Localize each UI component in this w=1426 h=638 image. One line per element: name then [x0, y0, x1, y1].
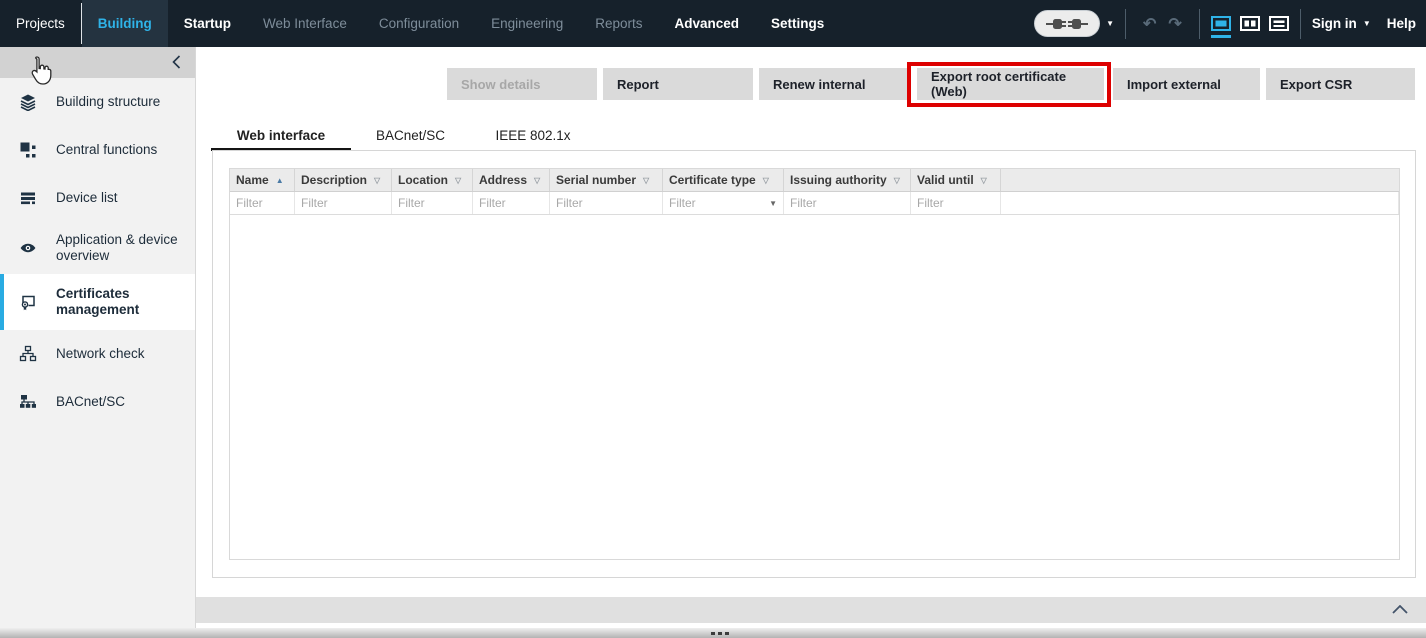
tab-ieee-8021x[interactable]: IEEE 802.1x — [470, 123, 596, 151]
sidebar-item-central-functions[interactable]: Central functions — [0, 126, 195, 174]
column-header-valid-until[interactable]: Valid until ▽ — [911, 169, 1001, 191]
sidebar-item-certificates-management[interactable]: Certificates management — [0, 274, 195, 330]
filter-input-description[interactable] — [295, 196, 391, 210]
nav-engineering: Engineering — [475, 0, 579, 47]
blocks-icon — [0, 141, 56, 159]
nav-reports: Reports — [579, 0, 658, 47]
toolbar-separator — [1300, 9, 1301, 39]
redo-icon[interactable]: ↷ — [1168, 14, 1181, 34]
column-header-issuing-authority[interactable]: Issuing authority ▽ — [784, 169, 911, 191]
eye-icon — [0, 239, 56, 257]
certificates-table: Name ▲ Description ▽ Location ▽ Address … — [229, 168, 1400, 560]
filter-input-issuing-authority[interactable] — [784, 196, 910, 210]
help-button[interactable]: Help — [1387, 16, 1416, 31]
column-header-description[interactable]: Description ▽ — [295, 169, 392, 191]
filter-input-location[interactable] — [392, 196, 472, 210]
plug-connection-icon — [1046, 16, 1088, 32]
filter-input-address[interactable] — [473, 196, 549, 210]
toolbar-separator — [1199, 9, 1200, 39]
import-external-button[interactable]: Import external — [1113, 68, 1260, 100]
collapse-sidebar-icon[interactable] — [172, 55, 181, 69]
filter-cell-empty — [1001, 192, 1399, 214]
nav-configuration: Configuration — [363, 0, 475, 47]
sort-chevron-icon: ▽ — [455, 176, 461, 185]
sidebar-item-device-list[interactable]: Device list — [0, 174, 195, 222]
sidebar: Building structure Central functions — [0, 47, 196, 628]
layout-rows-icon[interactable] — [1269, 16, 1289, 31]
column-header-serial-number[interactable]: Serial number ▽ — [550, 169, 663, 191]
sign-in-caret[interactable]: ▼ — [1363, 19, 1371, 28]
toolbar-separator — [1125, 9, 1126, 39]
bottom-resize-handle[interactable] — [0, 628, 1426, 638]
show-details-button: Show details — [447, 68, 597, 100]
column-header-location[interactable]: Location ▽ — [392, 169, 473, 191]
nav-startup[interactable]: Startup — [168, 0, 247, 47]
tab-bacnet-sc[interactable]: BACnet/SC — [351, 123, 470, 151]
tab-bar: Web interface BACnet/SC IEEE 802.1x — [211, 123, 596, 151]
sidebar-item-application-device-overview[interactable]: Application & device overview — [0, 222, 195, 274]
undo-icon[interactable]: ↶ — [1143, 14, 1156, 34]
filter-input-certificate-type[interactable] — [663, 196, 783, 210]
nav-projects[interactable]: Projects — [0, 0, 81, 47]
tab-web-interface[interactable]: Web interface — [211, 123, 351, 151]
sort-ascending-icon: ▲ — [276, 176, 284, 185]
grip-dots-icon — [711, 632, 729, 635]
layers-icon — [0, 93, 56, 111]
sort-chevron-icon: ▽ — [534, 176, 540, 185]
selected-indicator — [0, 274, 4, 330]
table-header-row: Name ▲ Description ▽ Location ▽ Address … — [230, 169, 1399, 192]
device-list-icon — [0, 189, 56, 207]
sort-chevron-icon: ▽ — [643, 176, 649, 185]
bacnet-network-icon — [0, 393, 56, 411]
nav-advanced[interactable]: Advanced — [658, 0, 755, 47]
column-header-name[interactable]: Name ▲ — [230, 169, 295, 191]
top-navigation: Projects Building Startup Web Interface … — [0, 0, 1426, 47]
column-header-address[interactable]: Address ▽ — [473, 169, 550, 191]
network-tree-icon — [0, 345, 56, 363]
connection-dropdown-caret[interactable]: ▼ — [1106, 19, 1114, 28]
expand-panel-chevron-icon[interactable] — [1392, 605, 1408, 614]
sign-in-button[interactable]: Sign in — [1312, 16, 1357, 31]
nav-building[interactable]: Building — [82, 0, 168, 47]
renew-internal-button[interactable]: Renew internal — [759, 68, 910, 100]
export-root-certificate-button[interactable]: Export root certificate (Web) — [917, 68, 1104, 100]
certificate-icon — [0, 293, 56, 311]
app-window: Projects Building Startup Web Interface … — [0, 0, 1426, 638]
filter-input-serial-number[interactable] — [550, 196, 662, 210]
column-header-empty — [1001, 169, 1399, 191]
layout-two-columns-icon[interactable] — [1240, 16, 1260, 31]
report-button[interactable]: Report — [603, 68, 753, 100]
sort-chevron-icon: ▽ — [894, 176, 900, 185]
connection-toggle-button[interactable] — [1034, 10, 1100, 37]
layout-single-pane-icon[interactable] — [1211, 16, 1231, 38]
collapsed-bottom-panel[interactable] — [196, 597, 1426, 623]
filter-input-valid-until[interactable] — [911, 196, 1000, 210]
filter-input-name[interactable] — [230, 196, 294, 210]
sidebar-item-network-check[interactable]: Network check — [0, 330, 195, 378]
sidebar-item-building-structure[interactable]: Building structure — [0, 78, 195, 126]
sort-chevron-icon: ▽ — [981, 176, 987, 185]
sidebar-item-bacnet-sc[interactable]: BACnet/SC — [0, 378, 195, 426]
nav-web-interface: Web Interface — [247, 0, 363, 47]
export-csr-button[interactable]: Export CSR — [1266, 68, 1415, 100]
nav-settings[interactable]: Settings — [755, 0, 840, 47]
sidebar-header[interactable] — [0, 47, 195, 78]
sort-chevron-icon: ▽ — [763, 176, 769, 185]
sort-chevron-icon: ▽ — [374, 176, 380, 185]
layout-switcher — [1211, 16, 1289, 31]
column-header-certificate-type[interactable]: Certificate type ▽ — [663, 169, 784, 191]
nav-right-cluster: ▼ ↶ ↷ — [1034, 0, 1426, 47]
table-filter-row: ▼ — [230, 192, 1399, 215]
